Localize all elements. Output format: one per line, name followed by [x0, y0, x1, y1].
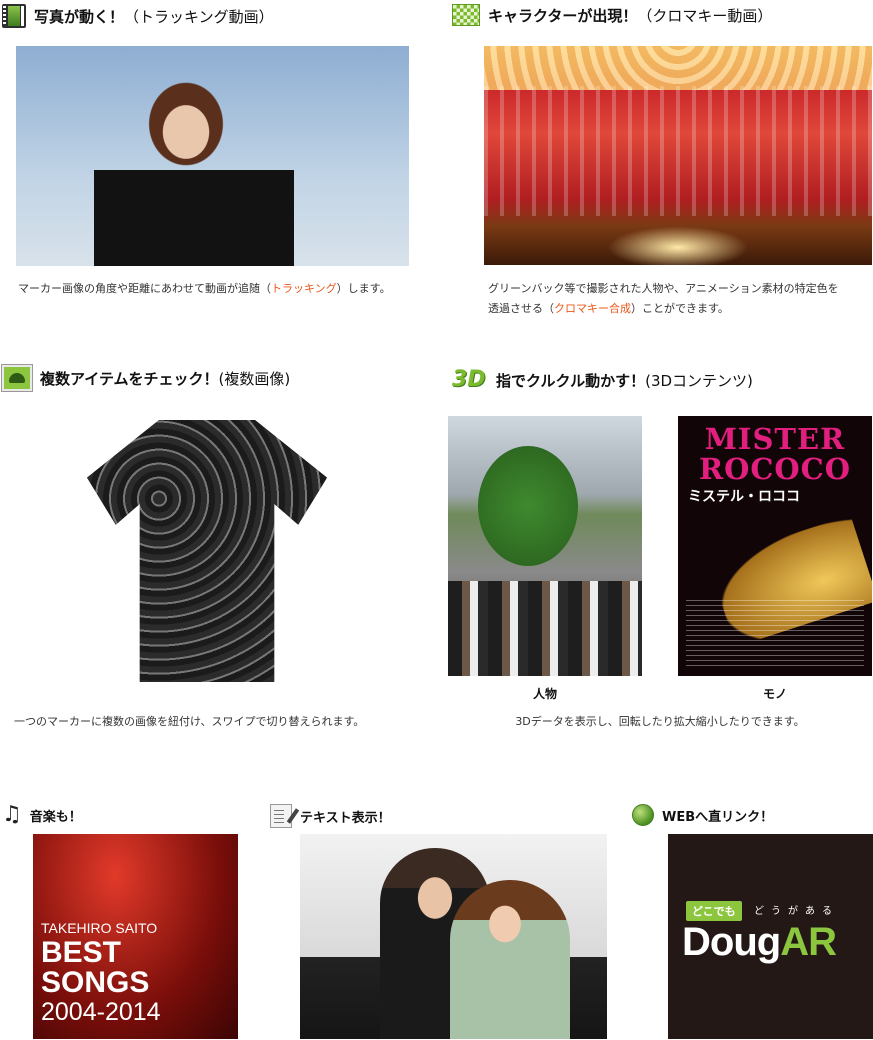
chromakey-title-main: キャラクターが出現！	[488, 6, 638, 25]
threed-title-main: 指でクルクル動かす！	[496, 371, 646, 390]
poster-subtitle: ミステル・ロココ	[688, 489, 800, 505]
woman-figure	[450, 880, 570, 1039]
text-header: テキスト表示！	[270, 804, 391, 828]
multi-title-sub: (複数画像)	[218, 369, 291, 388]
tracking-title: 写真が動く！（トラッキング動画）	[34, 6, 274, 27]
shirt-figure	[87, 420, 327, 682]
dougar-logo: DougAR	[682, 920, 837, 965]
chromakey-desc-line1: グリーンバック等で撮影された人物や、アニメーション素材の特定色を	[488, 282, 839, 295]
couple-image[interactable]	[300, 834, 607, 1039]
chromakey-desc-text-end: ）ことができます。	[631, 302, 729, 315]
multi-title: 複数アイテムをチェック！(複数画像)	[40, 368, 290, 389]
person-3d-image[interactable]	[448, 416, 642, 676]
text-title: テキスト表示！	[300, 810, 391, 826]
shirt-image[interactable]	[56, 420, 358, 684]
chromakey-desc-text: 透過させる（	[488, 302, 554, 315]
dougar-subtitle: どうがある	[754, 906, 839, 917]
tracking-header: 写真が動く！（トラッキング動画）	[2, 4, 274, 28]
text-edit-icon	[270, 804, 292, 828]
tracking-desc-text: マーカー画像の角度や距離にあわせて動画が追随（	[18, 282, 271, 295]
stage-drape	[484, 46, 872, 90]
tracking-desc-highlight: トラッキング	[271, 282, 337, 295]
web-header: WEBへ直リンク！	[632, 804, 773, 826]
tracking-desc-text-end: ）します。	[336, 282, 391, 295]
student-figure	[94, 80, 294, 266]
dougar-logo-image[interactable]: どこでも どうがある DougAR	[668, 834, 873, 1039]
checker-icon	[452, 4, 480, 26]
threed-header: 3D 指でクルクル動かす！(3Dコンテンツ)	[452, 366, 753, 394]
web-title: WEBへ直リンク！	[662, 809, 774, 825]
dougar-logo-main: Doug	[682, 920, 781, 964]
tracking-title-sub: （トラッキング動画）	[124, 7, 274, 26]
chromakey-header: キャラクターが出現！（クロマキー動画）	[452, 4, 772, 26]
street-tree	[478, 446, 578, 566]
chromakey-description: グリーンバック等で撮影された人物や、アニメーション素材の特定色を 透過させる（ク…	[488, 279, 873, 319]
music-header: ♫ 音楽も！	[2, 804, 82, 826]
thing-caption: モノ	[762, 687, 787, 701]
threed-description: 3Dデータを表示し、回転したり拡大縮小したりできます。	[515, 715, 805, 728]
tracking-title-main: 写真が動く！	[34, 7, 125, 26]
thing-3d-image[interactable]: MISTER ROCOCO ミステル・ロココ	[678, 416, 872, 676]
dougar-tag: どこでも	[686, 901, 742, 921]
album-artist: TAKEHIRO SAITO	[41, 920, 158, 936]
film-icon	[2, 4, 26, 28]
threed-title-sub: (3Dコンテンツ)	[645, 371, 753, 390]
tracking-video-image[interactable]	[16, 46, 409, 266]
album-title-line2: SONGS	[41, 966, 150, 999]
album-years: 2004-2014	[41, 998, 161, 1026]
tracking-description: マーカー画像の角度や距離にあわせて動画が追随（トラッキング）します。	[18, 279, 438, 299]
poster-credits	[686, 600, 864, 670]
threed-title: 指でクルクル動かす！(3Dコンテンツ)	[496, 370, 753, 391]
chromakey-desc-highlight: クロマキー合成	[554, 302, 631, 315]
poster-title: MISTER ROCOCO	[698, 422, 852, 486]
music-note-icon: ♫	[2, 802, 22, 827]
album-title-line1: BEST	[41, 936, 122, 969]
chromakey-desc-line2: 透過させる（クロマキー合成）ことができます。	[488, 299, 873, 319]
photos-icon	[2, 365, 32, 391]
globe-icon	[632, 804, 654, 826]
multi-description: 一つのマーカーに複数の画像を紐付け、スワイプで切り替えられます。	[14, 715, 365, 728]
person-caption: 人物	[532, 687, 557, 701]
chromakey-title-sub: （クロマキー動画）	[637, 6, 773, 25]
multi-header: 複数アイテムをチェック！(複数画像)	[2, 365, 290, 391]
multi-title-main: 複数アイテムをチェック！	[40, 369, 219, 388]
street-crowd	[448, 581, 642, 676]
3d-icon: 3D	[452, 367, 486, 392]
album-cover-image[interactable]: TAKEHIRO SAITO BEST SONGS 2004-2014	[33, 834, 238, 1039]
stage-curtain	[484, 86, 872, 216]
dougar-logo-accent: AR	[780, 920, 837, 964]
chromakey-stage-image[interactable]	[484, 46, 872, 265]
music-title: 音楽も！	[29, 809, 82, 825]
chromakey-title: キャラクターが出現！（クロマキー動画）	[488, 5, 772, 26]
